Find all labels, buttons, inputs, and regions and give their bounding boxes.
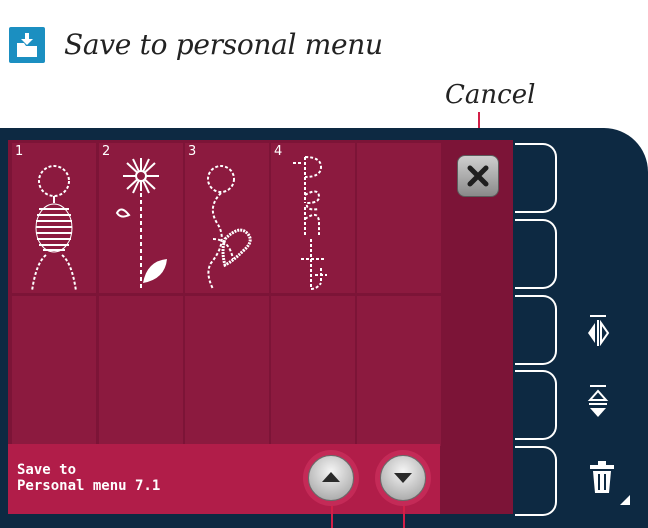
page-title: Save to personal menu	[64, 28, 383, 61]
pen-text-stitch-icon	[293, 156, 327, 290]
stitch-cell-6[interactable]	[12, 296, 96, 446]
stitch-cell-9[interactable]	[271, 296, 355, 446]
stitch-number: 1	[15, 144, 24, 159]
scroll-up-callout-line	[331, 506, 333, 528]
side-button-5[interactable]	[515, 446, 557, 516]
stitch-cell-3[interactable]: 3	[185, 143, 269, 293]
arrow-up-icon	[322, 472, 340, 482]
stitch-number: 3	[188, 144, 197, 159]
side-button-2[interactable]	[515, 219, 557, 289]
delete-icon[interactable]	[589, 460, 615, 496]
stitch-cell-8[interactable]	[185, 296, 269, 446]
stitch-cell-1[interactable]: 1	[12, 143, 96, 293]
circle-heart-stitch-icon	[207, 165, 252, 290]
close-icon	[467, 165, 489, 187]
save-destination-text: Save to Personal menu 7.1	[17, 462, 160, 494]
stitch-cell-5[interactable]	[357, 143, 441, 293]
mirror-side-to-side-icon[interactable]	[586, 314, 610, 348]
cancel-callout-label: Cancel	[445, 80, 536, 110]
stitch-number: 4	[274, 144, 283, 159]
side-button-1[interactable]	[515, 143, 557, 213]
side-button-4[interactable]	[515, 370, 557, 440]
status-line-1: Save to	[17, 462, 77, 478]
folder-save-icon	[9, 27, 45, 63]
scroll-down-callout-line	[403, 506, 405, 528]
corner-indicator-icon	[620, 495, 630, 505]
circle-ball-stitch-icon	[31, 165, 77, 292]
stitch-cell-10[interactable]	[357, 296, 441, 446]
scroll-up-button[interactable]	[303, 450, 359, 506]
stitch-cell-2[interactable]: 2	[99, 143, 183, 293]
status-line-2: Personal menu 7.1	[17, 478, 161, 494]
scroll-down-button[interactable]	[375, 450, 431, 506]
side-button-3[interactable]	[515, 295, 557, 365]
mirror-end-to-end-icon[interactable]	[586, 384, 610, 420]
stitch-cell-4[interactable]: 4	[271, 143, 355, 293]
stitch-cell-7[interactable]	[99, 296, 183, 446]
arrow-down-icon	[394, 473, 412, 483]
flower-stitch-icon	[115, 158, 167, 291]
stitch-number: 2	[102, 144, 111, 159]
cancel-button[interactable]	[457, 155, 499, 197]
